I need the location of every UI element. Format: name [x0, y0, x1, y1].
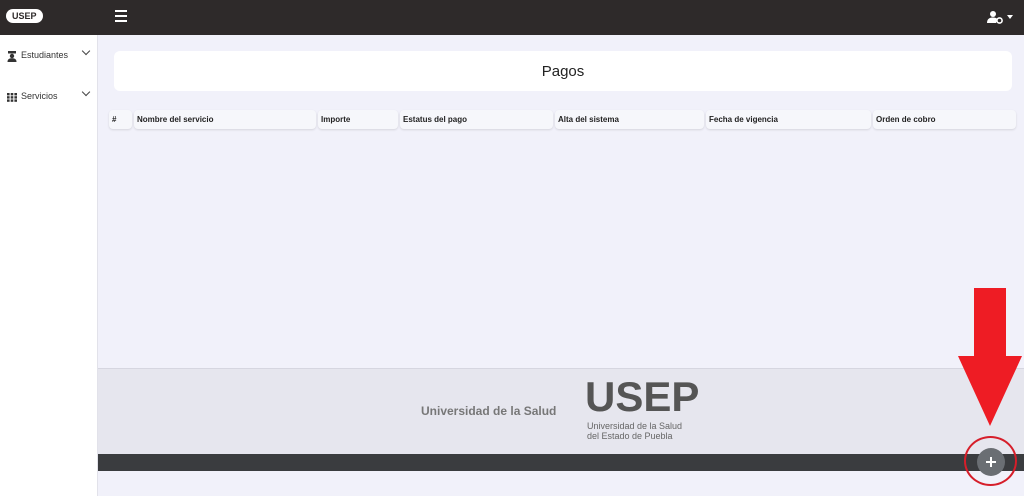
logo-subtitle-line2: del Estado de Puebla	[587, 431, 673, 441]
user-settings-menu[interactable]	[987, 10, 1017, 24]
sidebar-item-label: Servicios	[21, 91, 58, 101]
table-header-service-name[interactable]: Nombre del servicio	[134, 110, 316, 129]
add-button[interactable]	[977, 448, 1005, 476]
graduate-icon	[7, 51, 17, 62]
footer: Universidad de la Salud USEP Universidad…	[98, 368, 1024, 454]
usep-logo: USEP	[585, 373, 700, 420]
sidebar-item-estudiantes[interactable]: Estudiantes	[0, 45, 98, 67]
chevron-down-icon	[81, 46, 91, 56]
table-header-system-date[interactable]: Alta del sistema	[555, 110, 704, 129]
table-header-number[interactable]: #	[109, 110, 132, 129]
logo-subtitle-line1: Universidad de la Salud	[587, 421, 683, 431]
table-header-validity-date[interactable]: Fecha de vigencia	[706, 110, 871, 129]
page-title-card: Pagos	[114, 51, 1012, 91]
user-gear-icon	[987, 11, 1003, 24]
chevron-down-icon	[1007, 15, 1013, 19]
hamburger-menu-icon[interactable]	[115, 10, 127, 23]
sidebar-item-servicios[interactable]: Servicios	[0, 86, 98, 108]
table-header-payment-order[interactable]: Orden de cobro	[873, 110, 1016, 129]
page-title: Pagos	[541, 63, 585, 80]
sidebar-item-label: Estudiantes	[21, 50, 69, 60]
brand-logo[interactable]: USEP	[6, 9, 43, 23]
chevron-down-icon	[81, 87, 91, 97]
table-header-amount[interactable]: Importe	[318, 110, 398, 129]
top-navbar: USEP	[0, 0, 1024, 35]
table-header-payment-status[interactable]: Estatus del pago	[400, 110, 553, 129]
red-arrow-annotation	[958, 288, 1022, 426]
footer-university-label: Universidad de la Salud	[421, 404, 557, 418]
grid-icon	[7, 93, 17, 102]
sidebar: Estudiantes Servicios	[0, 35, 98, 496]
bottom-bar	[98, 454, 1024, 471]
